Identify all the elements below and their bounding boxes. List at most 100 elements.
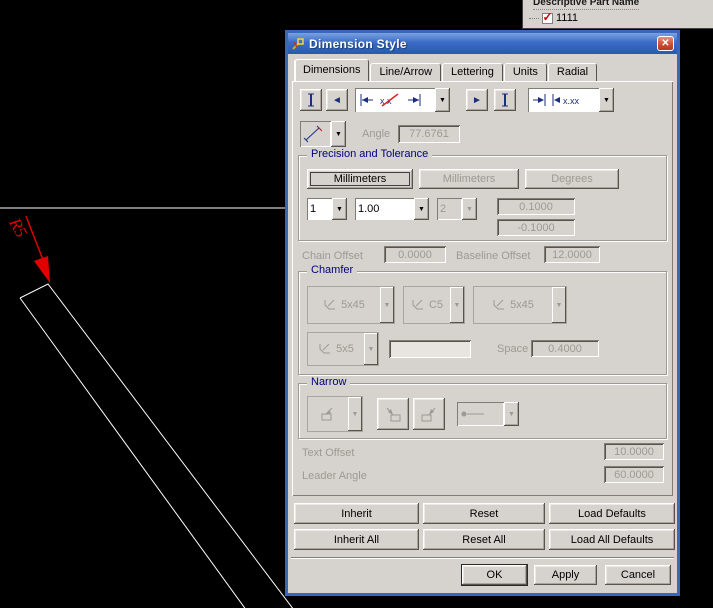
upper-tolerance-field: 0.1000 [497,198,575,215]
chevron-down-icon: ▼ [552,287,566,323]
narrow-style-dropdown: ▼ [307,396,363,432]
reset-button[interactable]: Reset [423,503,545,524]
app-screen: R5 Descriptive Part Name ✓ 1111 Dimensio… [0,0,713,608]
narrow-line-style-dropdown: ▼ [457,402,519,426]
chamfer-style-dropdown-3: 5x45 ▼ [473,286,567,324]
decimal-precision-dropdown[interactable]: 1.00 ▼ [355,198,429,220]
apply-button[interactable]: Apply [534,565,597,585]
narrow-group: Narrow ▼ ▼ [298,376,667,439]
precision-tolerance-group: Precision and Tolerance Millimeters Mill… [298,148,667,241]
dimension-arrowhead [34,256,50,283]
text-orientation-button-2[interactable] [494,89,516,111]
part-checkbox[interactable]: ✓ [542,9,553,24]
reset-all-button[interactable]: Reset All [423,529,545,550]
dimensions-tab-panel: ◄ x.x ▼ ► x.xx ▼ ▼ Angle 77.6761 Precisi… [292,81,673,496]
chevron-down-icon: ▼ [462,198,477,220]
tab-line-arrow[interactable]: Line/Arrow [370,63,442,81]
cancel-button[interactable]: Cancel [605,565,671,585]
dialog-icon [292,37,304,50]
text-orientation-button[interactable] [300,89,322,111]
narrow-leader-toggle-2 [413,398,445,430]
chamfer-group: Chamfer 5x45 ▼ C5 ▼ 5x45 ▼ 5x5 ▼ Space 0… [298,264,667,375]
tab-strip: Dimensions Line/Arrow Lettering Units Ra… [294,59,598,81]
chamfer-symbol-icon [324,299,336,310]
triangle-right-icon: ► [472,94,482,106]
part-name-label: 1111 [556,12,579,24]
dimension-outside-icon: x.xx [533,94,580,106]
tolerance-precision-dropdown: 2 ▼ [437,198,477,220]
svg-text:x.xx: x.xx [563,96,580,106]
close-button[interactable]: ✕ [657,36,674,51]
dimension-inline-icon: x.x [360,93,421,107]
chain-offset-label: Chain Offset [302,250,363,262]
dialog-title: Dimension Style [309,36,407,51]
chamfer-symbol-icon [493,299,505,310]
narrow-dimension-icon [321,407,333,421]
millimeters-tolerance-button: Millimeters [419,169,519,189]
chevron-down-icon[interactable]: ▼ [599,88,614,112]
vertical-text-icon [308,93,314,107]
load-all-defaults-button[interactable]: Load All Defaults [549,529,675,550]
chevron-down-icon[interactable]: ▼ [435,88,450,112]
precision-group-title: Precision and Tolerance [307,148,433,160]
chain-offset-field: 0.0000 [384,246,446,263]
millimeters-button[interactable]: Millimeters [307,169,413,189]
space-label: Space [497,343,529,355]
footer-separator [291,557,674,559]
text-offset-field: 10.0000 [604,443,664,460]
lower-tolerance-field: -0.1000 [497,219,575,236]
inherit-button[interactable]: Inherit [294,503,419,524]
text-offset-label: Text Offset [302,447,355,459]
tab-lettering[interactable]: Lettering [442,63,503,81]
text-placement-dropdown[interactable]: x.xx ▼ [528,88,614,112]
angled-dimension-icon [303,125,323,143]
nominal-precision-dropdown[interactable]: 1 ▼ [307,198,347,220]
chevron-down-icon[interactable]: ▼ [414,198,429,220]
narrow-group-title: Narrow [307,376,351,388]
model-edge-chamfer [19,283,294,608]
space-field: 0.4000 [531,340,599,357]
load-defaults-button[interactable]: Load Defaults [549,503,675,524]
model-edge-diagonal [19,297,246,608]
chamfer-group-title: Chamfer [307,264,358,276]
svg-text:x.x: x.x [380,96,392,106]
tab-units[interactable]: Units [503,63,547,81]
arrow-right-button[interactable]: ► [466,89,488,111]
chevron-down-icon[interactable]: ▼ [332,198,347,220]
chamfer-symbol-icon [319,343,331,354]
tree-connector [529,17,539,19]
chamfer-style-dropdown-1: 5x45 ▼ [307,286,395,324]
part-navigator-panel: Descriptive Part Name ✓ 1111 [522,0,713,29]
narrow-leader-icon [386,407,401,422]
chevron-down-icon: ▼ [380,287,394,323]
chamfer-symbol-icon [412,299,423,310]
narrow-leader-toggle-1 [377,398,409,430]
leader-angle-field: 60.0000 [604,466,664,483]
inherit-all-button[interactable]: Inherit All [294,529,419,550]
chamfer-style-dropdown-4: 5x5 ▼ [307,332,379,366]
tab-radial[interactable]: Radial [547,63,598,81]
narrow-leader-icon [421,407,436,422]
dimension-leader-line [25,215,44,261]
baseline-offset-field: 12.0000 [544,246,600,263]
chevron-down-icon: ▼ [348,397,362,431]
check-icon: ✓ [542,9,553,24]
part-name-column-header[interactable]: Descriptive Part Name [533,0,640,10]
degrees-button: Degrees [525,169,619,189]
triangle-left-icon: ◄ [332,94,342,106]
dimension-angle-dropdown[interactable]: ▼ [300,121,346,147]
chevron-down-icon: ▼ [504,402,519,426]
dimension-placement-dropdown[interactable]: x.x ▼ [355,88,450,112]
baseline-offset-label: Baseline Offset [456,250,531,262]
ok-button[interactable]: OK [461,564,528,586]
chamfer-style-dropdown-2: C5 ▼ [403,286,465,324]
part-tree-row[interactable]: ✓ 1111 [529,9,579,24]
arrow-left-button[interactable]: ◄ [326,89,348,111]
chamfer-text-field [389,340,471,358]
dimension-style-dialog: Dimension Style ✕ Dimensions Line/Arrow … [285,30,680,596]
chevron-down-icon[interactable]: ▼ [331,121,346,147]
dialog-titlebar[interactable]: Dimension Style ✕ [288,33,677,54]
angle-label: Angle [362,128,391,140]
chevron-down-icon: ▼ [450,287,464,323]
tab-dimensions[interactable]: Dimensions [294,59,370,81]
